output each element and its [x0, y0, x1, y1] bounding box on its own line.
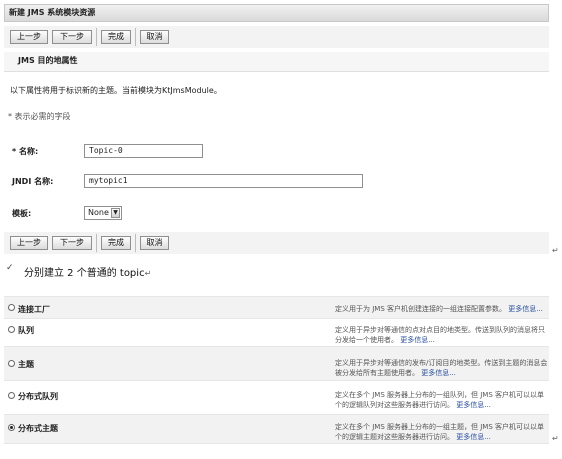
- radio-distributed-topic[interactable]: [8, 424, 15, 431]
- option-label: 分布式主题: [18, 424, 58, 433]
- caption-text: 分别建立 2 个普通的 topic↵: [24, 264, 151, 279]
- radio-queue[interactable]: [8, 326, 15, 333]
- name-field[interactable]: Topic-0: [84, 144, 203, 158]
- option-row[interactable]: 分布式队列 定义在多个 JMS 服务器上分布的一组队列，但 JMS 客户机可以以…: [4, 380, 549, 414]
- finish-button[interactable]: 完成: [101, 236, 131, 250]
- button-separator: [96, 28, 97, 46]
- more-info-link[interactable]: 更多信息...: [456, 401, 491, 409]
- finish-button[interactable]: 完成: [101, 30, 131, 44]
- required-note: * 表示必需的字段: [8, 112, 71, 121]
- option-desc-text: 定义用于异步对等通信的点对点目的地类型。传送到队列的消息将只分发给一个使用者。: [335, 326, 545, 344]
- button-separator: [135, 234, 136, 252]
- bottom-button-bar: 上一步 下一步 完成 取消: [4, 232, 549, 254]
- option-description: 定义在多个 JMS 服务器上分布的一组队列，但 JMS 客户机可以以单个的逻辑队…: [335, 390, 549, 410]
- template-select[interactable]: None ▼: [84, 206, 122, 220]
- more-info-link[interactable]: 更多信息...: [508, 305, 543, 313]
- return-mark: ↵: [552, 246, 559, 255]
- cancel-button[interactable]: 取消: [140, 30, 169, 44]
- jndi-name-field[interactable]: mytopic1: [84, 174, 363, 188]
- option-label: 连接工厂: [18, 305, 50, 314]
- chevron-down-icon[interactable]: ▼: [111, 208, 120, 218]
- section-title: JMS 目的地属性: [4, 52, 549, 72]
- option-description: 定义用于异步对等通信的点对点目的地类型。传送到队列的消息将只分发给一个使用者。 …: [335, 325, 549, 345]
- caption-label: 分别建立 2 个普通的 topic: [24, 268, 145, 279]
- option-description: 定义用于为 JMS 客户机创建连接的一组连接配置参数。 更多信息...: [335, 304, 549, 314]
- jndi-name-label: JNDI 名称:: [12, 177, 54, 186]
- radio-distributed-queue[interactable]: [8, 392, 15, 399]
- top-button-bar: 上一步 下一步 完成 取消: [4, 26, 549, 48]
- option-description: 定义用于异步对等通信的发布/订阅目的地类型。传送到主题的消息会被分发给所有主题使…: [335, 358, 549, 378]
- option-desc-text: 定义在多个 JMS 服务器上分布的一组主题，但 JMS 客户机可以以单个的逻辑主…: [335, 423, 544, 441]
- return-mark: ↵: [144, 269, 152, 278]
- check-icon: ✓: [6, 263, 14, 273]
- option-desc-text: 定义用于为 JMS 客户机创建连接的一组连接配置参数。: [335, 305, 506, 313]
- more-info-link[interactable]: 更多信息...: [421, 369, 456, 377]
- next-button[interactable]: 下一步: [52, 30, 92, 44]
- option-label: 主题: [18, 360, 34, 369]
- option-row[interactable]: 分布式主题 定义在多个 JMS 服务器上分布的一组主题，但 JMS 客户机可以以…: [4, 414, 549, 444]
- more-info-link[interactable]: 更多信息...: [400, 336, 435, 344]
- next-button[interactable]: 下一步: [52, 236, 92, 250]
- option-row[interactable]: 主题 定义用于异步对等通信的发布/订阅目的地类型。传送到主题的消息会被分发给所有…: [4, 346, 549, 380]
- option-row[interactable]: 队列 定义用于异步对等通信的点对点目的地类型。传送到队列的消息将只分发给一个使用…: [4, 318, 549, 346]
- option-row[interactable]: 连接工厂 定义用于为 JMS 客户机创建连接的一组连接配置参数。 更多信息...: [4, 296, 549, 318]
- option-desc-text: 定义在多个 JMS 服务器上分布的一组队列，但 JMS 客户机可以以单个的逻辑队…: [335, 391, 544, 409]
- back-button[interactable]: 上一步: [10, 30, 48, 44]
- option-label: 队列: [18, 326, 34, 335]
- template-select-value: None: [88, 208, 109, 217]
- section-description: 以下属性将用于标识新的主题。当前模块为KtJmsModule。: [10, 86, 222, 95]
- back-button[interactable]: 上一步: [10, 236, 48, 250]
- radio-connection-factory[interactable]: [8, 304, 15, 311]
- option-description: 定义在多个 JMS 服务器上分布的一组主题，但 JMS 客户机可以以单个的逻辑主…: [335, 422, 549, 442]
- button-separator: [135, 28, 136, 46]
- radio-topic[interactable]: [8, 360, 15, 367]
- option-label: 分布式队列: [18, 392, 58, 401]
- cancel-button[interactable]: 取消: [140, 236, 169, 250]
- panel-title: 新建 JMS 系统模块资源: [4, 4, 549, 22]
- button-separator: [96, 234, 97, 252]
- name-label: * 名称:: [12, 147, 39, 156]
- template-label: 模板:: [12, 209, 32, 218]
- return-mark: ↵: [552, 434, 559, 443]
- more-info-link[interactable]: 更多信息...: [456, 433, 491, 441]
